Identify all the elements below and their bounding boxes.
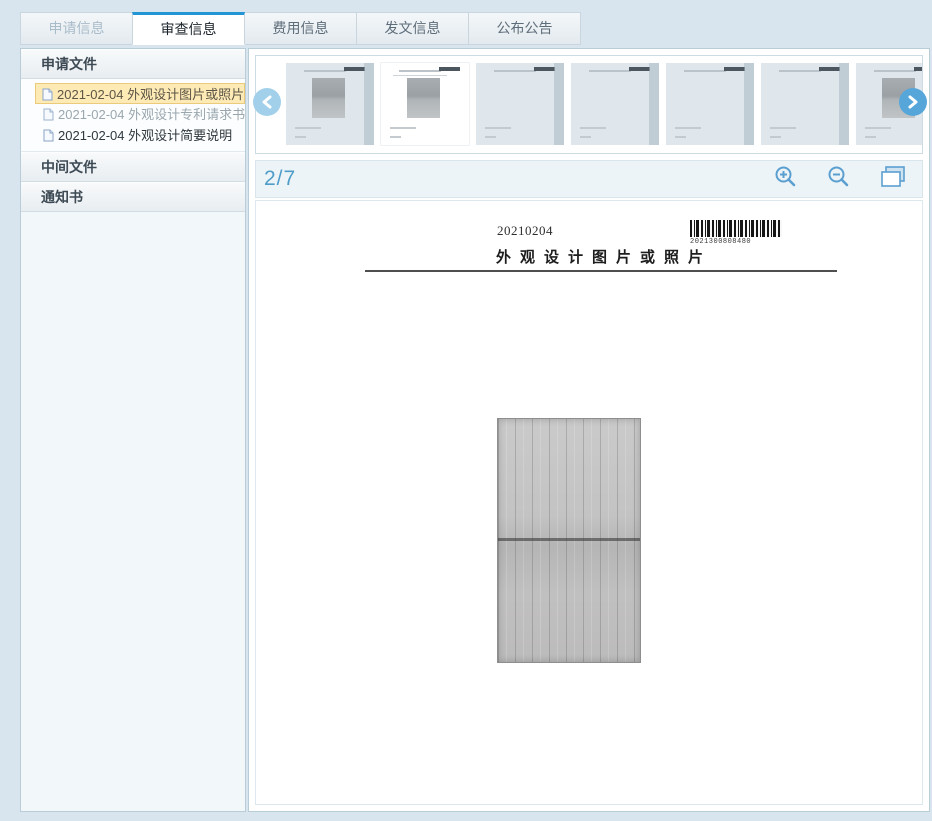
document-icon <box>42 86 53 104</box>
tree-item-label: 2021-02-04 外观设计图片或照片 <box>57 87 244 102</box>
viewer-toolbar: 2/7 <box>255 160 923 198</box>
barcode-image <box>690 220 782 237</box>
thumbnail-page-1[interactable] <box>286 63 374 145</box>
next-page-arrow-icon[interactable] <box>899 88 927 116</box>
page-indicator: 2/7 <box>256 167 296 191</box>
tab-application-info[interactable]: 申请信息 <box>20 12 133 45</box>
thumbnail-page-3[interactable] <box>476 63 564 145</box>
design-panel-image <box>497 418 641 663</box>
tab-publication-info[interactable]: 公布公告 <box>468 12 581 45</box>
zoom-out-icon[interactable] <box>827 165 850 193</box>
document-icon <box>43 106 54 125</box>
document-title: 外观设计图片或照片 <box>496 246 712 267</box>
tab-examination-info[interactable]: 审查信息 <box>132 12 245 45</box>
thumbnail-page-5[interactable] <box>666 63 754 145</box>
document-date: 20210204 <box>497 223 553 239</box>
panel-divider-line <box>498 538 640 541</box>
tab-fee-info[interactable]: 费用信息 <box>244 12 357 45</box>
prev-page-arrow-icon[interactable] <box>253 88 281 116</box>
tree-item-design-brief[interactable]: 2021-02-04 外观设计简要说明 <box>21 125 245 146</box>
thumbnail-page-2[interactable] <box>381 63 469 145</box>
thumbnail-strip <box>255 55 923 154</box>
section-notifications[interactable]: 通知书 <box>21 182 245 212</box>
document-tree-sidebar: 申请文件 2021-02-04 外观设计图片或照片 2021-02-04 外观设… <box>20 48 246 812</box>
tree-item-design-images[interactable]: 2021-02-04 外观设计图片或照片 <box>35 83 245 104</box>
patent-viewer-page: 申请信息 审查信息 费用信息 发文信息 公布公告 申请文件 2021-02-04… <box>0 0 932 821</box>
section-intermediate-documents[interactable]: 中间文件 <box>21 152 245 182</box>
multi-page-view-icon[interactable] <box>880 165 908 194</box>
barcode-number: 2021300808480 <box>690 238 751 246</box>
application-documents-list: 2021-02-04 外观设计图片或照片 2021-02-04 外观设计专利请求… <box>21 79 245 152</box>
toolbar-icons <box>774 165 922 194</box>
tab-bar: 申请信息 审查信息 费用信息 发文信息 公布公告 <box>20 12 580 45</box>
document-viewport: 20210204 2021300808480 外观设计图片或照片 <box>255 200 923 805</box>
zoom-in-icon[interactable] <box>774 165 797 193</box>
section-application-documents[interactable]: 申请文件 <box>21 49 245 79</box>
title-divider-rule <box>365 270 837 272</box>
tree-item-label: 2021-02-04 外观设计专利请求书 <box>58 107 245 122</box>
tree-item-label: 2021-02-04 外观设计简要说明 <box>58 128 232 143</box>
thumbnail-page-6[interactable] <box>761 63 849 145</box>
document-icon <box>43 127 54 146</box>
tab-dispatch-info[interactable]: 发文信息 <box>356 12 469 45</box>
document-viewer-panel: 2/7 20210204 2021300808480 外观设计图片或照片 <box>248 48 930 812</box>
tree-item-design-request[interactable]: 2021-02-04 外观设计专利请求书 <box>21 104 245 125</box>
thumbnail-page-4[interactable] <box>571 63 659 145</box>
